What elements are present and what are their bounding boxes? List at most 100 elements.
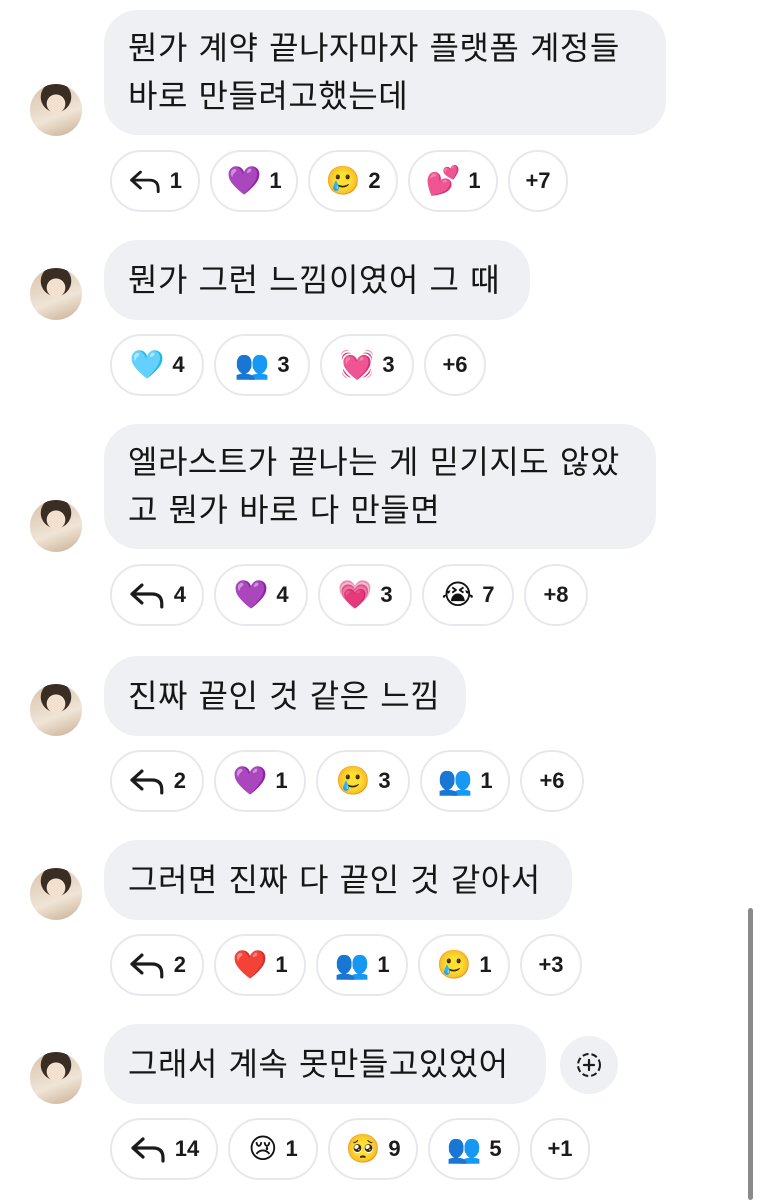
- reaction-bar: 🩵 4 👥 3 💓 3 +6: [110, 334, 486, 396]
- reaction-count: 1: [275, 768, 288, 793]
- beating-heart-icon: 💓: [339, 348, 375, 381]
- message-text: 엘라스트가 끝나는 게 믿기지도 않았: [128, 443, 620, 481]
- reaction-pill[interactable]: 🥺 9: [328, 1118, 418, 1180]
- reaction-count: 1: [479, 952, 492, 977]
- purple-heart-icon: 💜: [226, 164, 262, 197]
- reply-icon: [130, 170, 160, 194]
- reply-button[interactable]: 1: [110, 150, 200, 212]
- reaction-pill[interactable]: 👥 1: [316, 934, 408, 996]
- reaction-count: 5: [489, 1136, 502, 1161]
- add-reaction-button[interactable]: [560, 1036, 618, 1094]
- reaction-pill[interactable]: 👥 3: [214, 334, 310, 396]
- avatar[interactable]: [30, 684, 82, 736]
- holding-back-tears-icon: 🥲: [335, 764, 371, 797]
- reaction-pill[interactable]: 🩵 4: [110, 334, 204, 396]
- reaction-pill[interactable]: 💕 1: [408, 150, 498, 212]
- add-reaction-icon: [577, 1053, 601, 1077]
- reaction-bar: 14 😢 1 🥺 9 👥 5 +1: [110, 1118, 590, 1180]
- message-text: 고 뭔가 바로 다 만들면: [128, 491, 441, 529]
- more-reactions-count: +7: [525, 168, 551, 193]
- more-reactions-button[interactable]: +6: [424, 334, 486, 396]
- message-bubble[interactable]: 엘라스트가 끝나는 게 믿기지도 않았 고 뭔가 바로 다 만들면: [104, 424, 656, 549]
- reaction-pill[interactable]: 💗 3: [318, 564, 412, 626]
- reaction-count: 9: [388, 1136, 401, 1161]
- message-bubble[interactable]: 그래서 계속 못만들고있었어: [104, 1024, 546, 1104]
- reply-icon: [130, 953, 164, 979]
- message-bubble[interactable]: 뭔가 계약 끝나자마자 플랫폼 계정들 바로 만들려고했는데: [104, 10, 666, 135]
- light-blue-heart-icon: 🩵: [129, 348, 165, 381]
- more-reactions-count: +6: [442, 352, 468, 377]
- avatar[interactable]: [30, 84, 82, 136]
- reaction-pill[interactable]: 👥 5: [428, 1118, 520, 1180]
- more-reactions-count: +6: [539, 768, 565, 793]
- reaction-pill[interactable]: 🥲 2: [308, 150, 398, 212]
- reply-button[interactable]: 14: [110, 1118, 218, 1180]
- message-text: 바로 만들려고했는데: [128, 77, 409, 115]
- avatar[interactable]: [30, 500, 82, 552]
- reaction-pill[interactable]: 💓 3: [320, 334, 414, 396]
- more-reactions-button[interactable]: +3: [520, 934, 582, 996]
- reaction-count: 3: [382, 352, 395, 377]
- reaction-count: 1: [468, 168, 481, 193]
- reaction-bar: 2 💜 1 🥲 3 👥 1 +6: [110, 750, 584, 812]
- more-reactions-button[interactable]: +7: [508, 150, 568, 212]
- growing-heart-icon: 💗: [337, 578, 373, 611]
- holding-back-tears-icon: 🥲: [325, 164, 361, 197]
- reaction-pill[interactable]: 🥲 1: [418, 934, 510, 996]
- reply-count: 2: [173, 768, 186, 793]
- reaction-count: 1: [377, 952, 390, 977]
- reaction-pill[interactable]: 💜 1: [210, 150, 298, 212]
- reaction-count: 1: [275, 952, 288, 977]
- pleading-face-icon: 🥺: [345, 1132, 381, 1165]
- busts-icon: 👥: [437, 764, 473, 797]
- reply-icon: [130, 769, 164, 795]
- loudly-crying-icon: 😭: [441, 578, 475, 611]
- reaction-pill[interactable]: 🥲 3: [316, 750, 410, 812]
- reply-count: 14: [174, 1136, 200, 1161]
- more-reactions-button[interactable]: +6: [520, 750, 584, 812]
- reaction-pill[interactable]: 💜 4: [214, 564, 308, 626]
- more-reactions-button[interactable]: +8: [524, 564, 588, 626]
- reaction-count: 4: [172, 352, 185, 377]
- reaction-count: 7: [482, 582, 495, 607]
- reaction-pill[interactable]: 💜 1: [214, 750, 306, 812]
- reply-count: 2: [173, 952, 186, 977]
- avatar[interactable]: [30, 268, 82, 320]
- more-reactions-button[interactable]: +1: [530, 1118, 590, 1180]
- reply-button[interactable]: 2: [110, 750, 204, 812]
- purple-heart-icon: 💜: [232, 764, 268, 797]
- reply-count: 4: [173, 582, 186, 607]
- reply-icon: [131, 1137, 165, 1163]
- message-text: 뭔가 계약 끝나자마자 플랫폼 계정들: [128, 29, 620, 67]
- reaction-count: 3: [378, 768, 391, 793]
- holding-back-tears-icon: 🥲: [436, 948, 472, 981]
- reply-icon: [130, 583, 164, 609]
- reaction-count: 3: [277, 352, 290, 377]
- reply-button[interactable]: 4: [110, 564, 204, 626]
- reaction-bar: 1 💜 1 🥲 2 💕 1 +7: [110, 150, 568, 212]
- reply-button[interactable]: 2: [110, 934, 204, 996]
- message-bubble[interactable]: 진짜 끝인 것 같은 느낌: [104, 656, 466, 736]
- avatar[interactable]: [30, 868, 82, 920]
- avatar[interactable]: [30, 1052, 82, 1104]
- message-bubble[interactable]: 뭔가 그런 느낌이였어 그 때: [104, 240, 530, 320]
- more-reactions-count: +8: [543, 582, 569, 607]
- message-text: 그래서 계속 못만들고있었어: [128, 1045, 509, 1083]
- purple-heart-icon: 💜: [233, 578, 269, 611]
- busts-icon: 👥: [234, 348, 270, 381]
- reaction-pill[interactable]: 😢 1: [228, 1118, 318, 1180]
- reaction-pill[interactable]: 👥 1: [420, 750, 510, 812]
- crying-face-icon: 😢: [248, 1132, 278, 1165]
- busts-icon: 👥: [334, 948, 370, 981]
- message-bubble[interactable]: 그러면 진짜 다 끝인 것 같아서: [104, 840, 572, 920]
- reaction-count: 4: [276, 582, 289, 607]
- message-text: 진짜 끝인 것 같은 느낌: [128, 677, 441, 715]
- scrollbar[interactable]: [748, 908, 753, 1200]
- message-text: 그러면 진짜 다 끝인 것 같아서: [128, 861, 541, 899]
- reaction-count: 3: [380, 582, 393, 607]
- reaction-bar: 2 ❤️ 1 👥 1 🥲 1 +3: [110, 934, 582, 996]
- reaction-pill[interactable]: 😭 7: [422, 564, 514, 626]
- reaction-pill[interactable]: ❤️ 1: [214, 934, 306, 996]
- busts-icon: 👥: [446, 1132, 482, 1165]
- more-reactions-count: +3: [538, 952, 564, 977]
